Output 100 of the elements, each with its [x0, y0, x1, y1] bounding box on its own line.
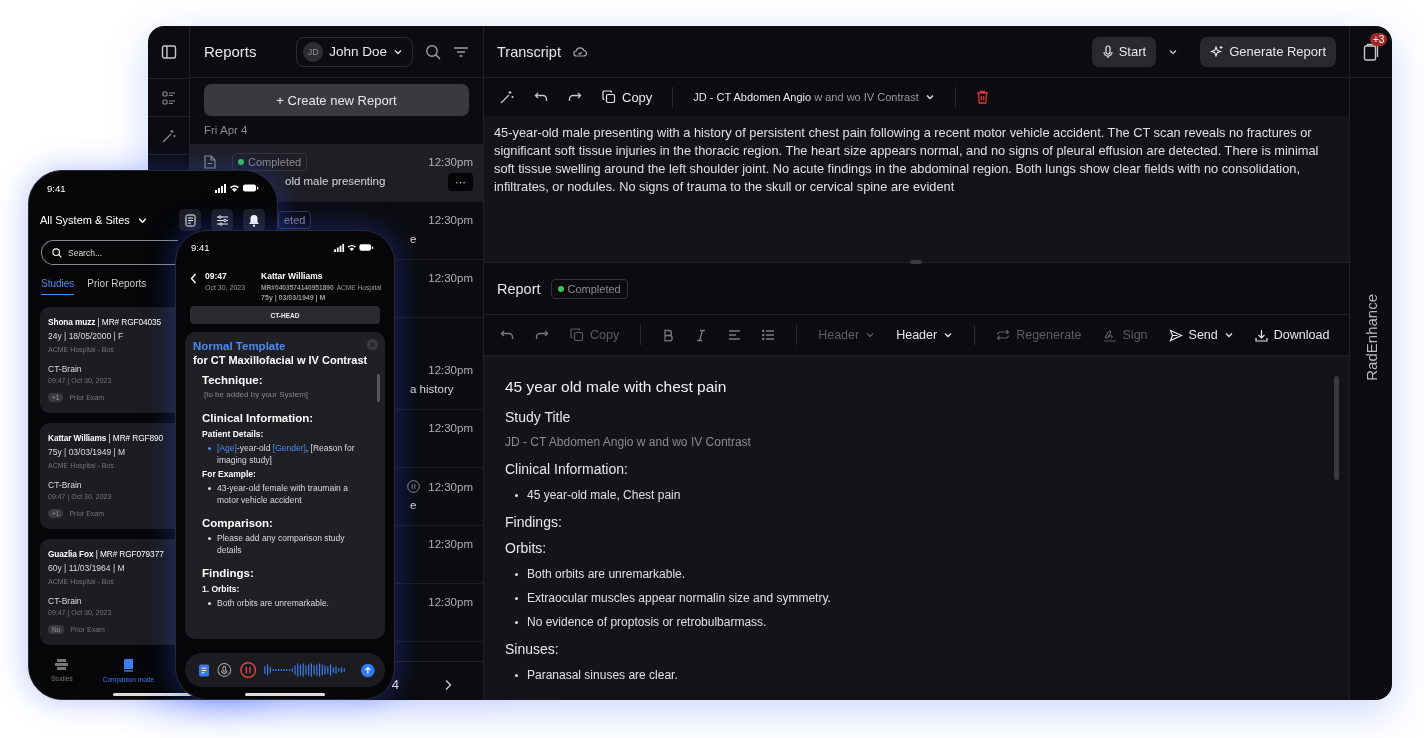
status-badge: Completed	[550, 278, 628, 299]
undo-icon[interactable]	[534, 91, 548, 103]
cloud-icon	[572, 45, 587, 58]
magic-wand-icon[interactable]	[161, 128, 176, 143]
refresh-icon	[996, 329, 1011, 341]
create-report-button[interactable]: + Create new Report	[204, 84, 469, 116]
report-summary: e	[410, 499, 417, 511]
placeholder-text: [to be added by your System]	[204, 389, 310, 401]
signature-icon	[1102, 328, 1117, 342]
template-dropdown[interactable]: JD - CT Abdomen Angio w and wo IV Contrast	[693, 91, 935, 103]
finding-text: Both orbits are unremarkable.	[527, 566, 686, 583]
search-icon[interactable]	[425, 43, 441, 60]
section-title: Report	[497, 280, 541, 297]
download-button[interactable]: Download	[1254, 328, 1330, 342]
bold-icon[interactable]	[662, 328, 675, 342]
more-button[interactable]: ···	[448, 173, 473, 191]
study-name: CT-Brain	[48, 363, 82, 375]
avatar: JD	[303, 41, 324, 62]
user-menu[interactable]: JD John Doe	[296, 36, 413, 67]
magic-wand-icon[interactable]	[500, 90, 514, 104]
copy-icon	[570, 328, 584, 342]
notification-badge: +3	[1370, 32, 1388, 46]
template-text: 43-year-old female with traumain a motor vehicle accident	[217, 482, 349, 506]
report-title: 45 year old male with chest pain	[505, 377, 728, 397]
list-icon[interactable]	[161, 90, 176, 105]
pause-icon[interactable]	[407, 480, 421, 493]
report-summary: e	[410, 233, 417, 245]
site-selector[interactable]: All System & Sites	[40, 214, 148, 226]
bullet-list-icon[interactable]	[762, 329, 776, 341]
sliders-icon	[215, 214, 229, 226]
document-icon	[184, 213, 196, 227]
copy-button[interactable]: Copy	[602, 89, 653, 105]
template-text: Please add any comparison study details	[217, 532, 346, 556]
resize-handle[interactable]	[910, 260, 922, 264]
section-heading: Findings:	[202, 566, 255, 581]
section-heading: Comparison:	[202, 516, 274, 531]
back-icon[interactable]	[190, 273, 197, 284]
subsection-label: 1. Orbits:	[202, 583, 241, 596]
study-name: CT-Brain	[48, 479, 82, 491]
status-time: 9:41	[47, 182, 66, 194]
transcript-text: 45-year-old male presenting with a history of persistent chest pain following a recent motor vehicle accident. The CT scan reveals no fractures or significant soft tissue injuries in the thoracic region. The heart size appears normal, and no signs of pleural effusion are detected. There is minimal soft tissue swelling around the left shoulder joint. No acute findings in the abdominal region. Both lungs show clear fields with no consolidation, infiltrates, or nodules. No signs of trauma to the skull or cervical spine are evident	[494, 124, 1320, 196]
tab[interactable]: Studies	[41, 278, 75, 295]
chevron-right-icon[interactable]	[443, 678, 453, 691]
bell-icon	[248, 213, 260, 227]
section-heading: Orbits:	[505, 539, 548, 558]
bullet-dot	[515, 620, 518, 624]
redo-icon[interactable]	[568, 91, 582, 103]
template-title: Normal Template	[193, 339, 286, 353]
search-field[interactable]: Search...	[41, 240, 178, 265]
tab[interactable]: Prior Reports	[87, 278, 147, 295]
send-button[interactable]: Send	[1168, 328, 1234, 342]
chevron-down-icon	[865, 330, 876, 340]
patient-name: Kattar Williams	[261, 271, 324, 281]
generate-report-button[interactable]: Generate Report	[1200, 36, 1336, 67]
align-left-icon[interactable]	[728, 329, 742, 341]
filter-button[interactable]	[211, 209, 233, 231]
finding-text: Extraocular muscles appear normalin size and symmetry.	[527, 590, 831, 607]
sidebar-toggle-icon[interactable]	[160, 44, 177, 60]
copy-icon	[602, 90, 616, 104]
pause-icon[interactable]	[239, 661, 256, 679]
page-number[interactable]: 4	[391, 677, 399, 692]
patient-name: Shona muzz | MR# RGF04035	[48, 316, 162, 329]
study-name: CT-Brain	[48, 595, 82, 607]
finding-text: 45 year-old male, Chest pain	[527, 487, 681, 504]
heading-dropdown[interactable]: Header	[896, 328, 954, 342]
italic-icon[interactable]	[695, 328, 708, 342]
trash-icon[interactable]	[975, 90, 989, 104]
clipboard-icon[interactable]	[1363, 42, 1379, 61]
chevron-down-icon	[924, 92, 935, 102]
microphone-icon[interactable]	[217, 662, 232, 678]
bullet-dot	[515, 673, 518, 677]
section-heading: Sinuses:	[505, 640, 560, 659]
report-time: 12:30pm	[428, 156, 473, 168]
status-icons	[215, 183, 259, 193]
finding-text: No evidence of proptosis or retrobulbarmass.	[527, 614, 767, 631]
microphone-icon	[1101, 44, 1114, 59]
patient-name: Kattar Williams | MR# RGF890	[48, 432, 164, 445]
scrollbar[interactable]	[1334, 376, 1339, 480]
send-icon[interactable]	[361, 662, 375, 678]
status-badge: Completed	[232, 152, 308, 171]
document-button[interactable]	[179, 209, 201, 231]
book-icon	[122, 659, 134, 672]
scrollbar[interactable]	[377, 374, 380, 402]
start-button[interactable]: Start	[1091, 36, 1157, 67]
notification-button[interactable]	[243, 209, 265, 231]
send-icon	[1168, 328, 1183, 342]
document-icon	[204, 155, 216, 169]
document-icon[interactable]	[199, 663, 210, 677]
brand-name: RadEnhance	[1362, 294, 1380, 381]
template-text: [Age]-year-old [Gender], [Reason for imaging study]	[217, 442, 356, 466]
home-indicator[interactable]	[113, 693, 193, 696]
finding-text: Paranasal sinuses are clear.	[527, 667, 678, 684]
report-time: 12:30pm	[428, 480, 473, 493]
patient-details: 60y | 11/03/1964 | M	[48, 562, 125, 575]
chevron-down-icon	[1223, 330, 1234, 340]
subsection-label: Patient Details:	[202, 428, 265, 441]
stack-icon	[55, 659, 69, 671]
report-time: 12:30pm	[428, 538, 473, 550]
report-time: 12:30pm	[428, 364, 473, 376]
section-heading: Study Title	[505, 408, 572, 427]
